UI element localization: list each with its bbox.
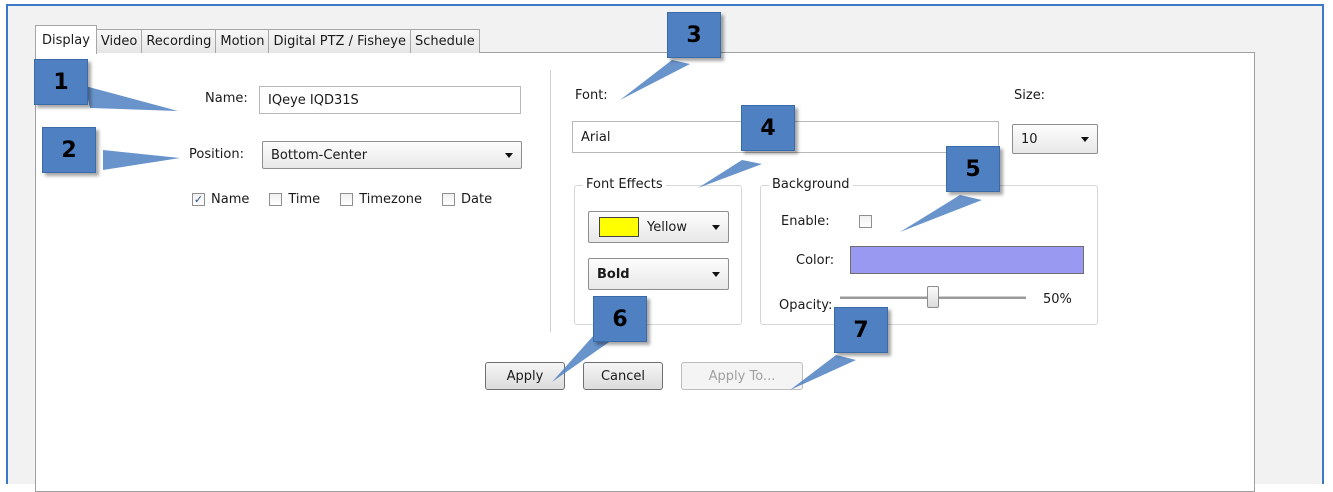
opacity-value: 50% (1043, 292, 1072, 307)
chevron-down-icon (712, 272, 720, 277)
size-select-value: 10 (1021, 131, 1038, 147)
background-color-label: Color: (796, 253, 835, 268)
date-checkbox-item[interactable]: Date (442, 192, 492, 207)
opacity-slider-thumb[interactable] (927, 286, 939, 308)
column-divider (550, 70, 551, 332)
tab-video[interactable]: Video (95, 29, 143, 53)
time-checkbox-item[interactable]: Time (269, 192, 320, 207)
opacity-label: Opacity: (779, 298, 833, 313)
callout-5: 5 (946, 146, 1000, 192)
background-enable-checkbox[interactable] (859, 215, 872, 228)
callout-1: 1 (34, 59, 88, 105)
name-label: Name: (205, 91, 248, 106)
chevron-down-icon (1081, 137, 1089, 142)
tab-recording[interactable]: Recording (141, 29, 217, 53)
tab-motion[interactable]: Motion (215, 29, 270, 53)
callout-6: 6 (593, 296, 647, 342)
callout-3: 3 (667, 12, 721, 58)
position-label: Position: (189, 147, 244, 162)
font-label: Font: (575, 88, 608, 103)
size-label: Size: (1014, 88, 1046, 103)
name-input-value: IQeye IQD31S (268, 92, 359, 108)
enable-label: Enable: (781, 214, 830, 229)
cancel-button[interactable]: Cancel (583, 362, 663, 390)
tab-schedule[interactable]: Schedule (409, 29, 480, 53)
chevron-down-icon (712, 225, 720, 230)
timezone-checkbox[interactable] (340, 193, 354, 206)
size-select[interactable]: 10 (1012, 124, 1098, 154)
font-effects-legend: Font Effects (583, 177, 666, 192)
tab-bar: Display Video Recording Motion Digital P… (35, 25, 480, 54)
apply-to-button[interactable]: Apply To... (681, 362, 803, 390)
date-checkbox[interactable] (442, 193, 456, 206)
font-color-select[interactable]: Yellow (588, 211, 729, 243)
callout-7: 7 (834, 307, 888, 353)
font-style-select[interactable]: Bold (588, 258, 729, 290)
date-checkbox-label: Date (461, 192, 493, 207)
callout-2: 2 (42, 127, 96, 173)
callout-4: 4 (741, 105, 795, 151)
font-style-value: Bold (597, 266, 630, 282)
chevron-down-icon (505, 153, 513, 158)
background-color-swatch[interactable] (850, 246, 1084, 274)
name-checkbox-label: Name (211, 192, 250, 207)
time-checkbox[interactable] (269, 193, 283, 206)
overlay-checkbox-row: ✓ Name Time Timezone Date (192, 192, 492, 207)
name-input[interactable]: IQeye IQD31S (259, 86, 521, 114)
time-checkbox-label: Time (288, 192, 321, 207)
tab-display[interactable]: Display (35, 25, 97, 54)
name-checkbox[interactable]: ✓ (192, 193, 205, 206)
font-input-value: Arial (581, 129, 611, 145)
font-color-value: Yellow (647, 219, 688, 235)
timezone-checkbox-item[interactable]: Timezone (340, 192, 422, 207)
timezone-checkbox-label: Timezone (359, 192, 423, 207)
apply-button[interactable]: Apply (485, 362, 565, 390)
font-color-swatch (599, 217, 639, 237)
tab-digital-ptz-fisheye[interactable]: Digital PTZ / Fisheye (268, 29, 411, 53)
name-checkbox-item[interactable]: ✓ Name (192, 192, 249, 207)
position-select[interactable]: Bottom-Center (262, 141, 522, 169)
position-select-value: Bottom-Center (271, 147, 368, 163)
background-legend: Background (769, 177, 853, 192)
